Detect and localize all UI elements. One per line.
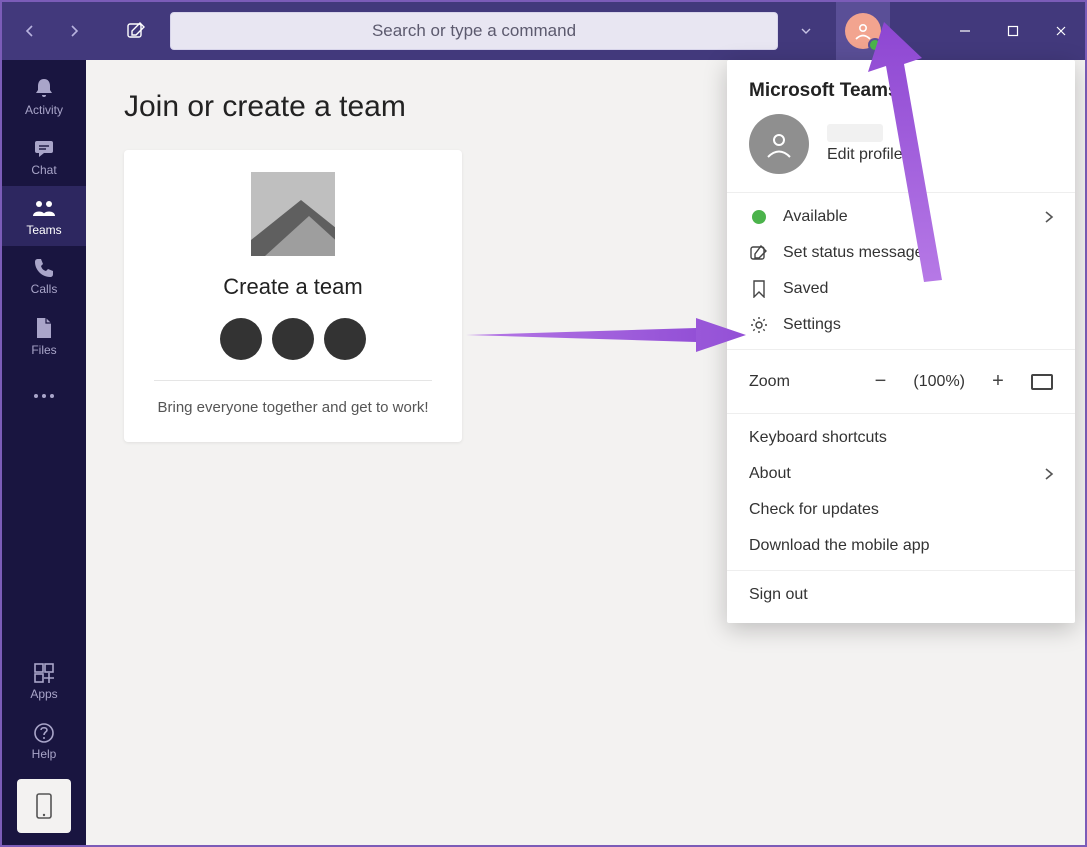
card-title: Create a team — [223, 274, 362, 300]
settings-label: Settings — [783, 316, 841, 334]
check-updates-row[interactable]: Check for updates — [727, 492, 1075, 528]
fullscreen-icon[interactable] — [1031, 374, 1053, 390]
panel-profile-row[interactable]: Edit profile — [727, 106, 1075, 192]
settings-row[interactable]: Settings — [727, 307, 1075, 343]
profile-avatar-button[interactable] — [836, 2, 890, 60]
compose-button[interactable] — [116, 2, 156, 60]
nav-forward-button[interactable] — [54, 2, 94, 60]
app-rail: Activity Chat Teams Calls Files Apps — [2, 60, 86, 845]
card-caption: Bring everyone together and get to work! — [158, 399, 429, 416]
about-row[interactable]: About — [727, 456, 1075, 492]
command-dropdown-button[interactable] — [786, 2, 826, 60]
card-avatars — [220, 318, 366, 360]
apps-icon — [33, 662, 55, 684]
mobile-icon — [35, 792, 53, 820]
teams-icon — [31, 196, 57, 220]
rail-more[interactable] — [2, 366, 86, 426]
create-team-card[interactable]: Create a team Bring everyone together an… — [124, 150, 462, 442]
edit-status-icon — [749, 244, 769, 262]
status-label: Available — [783, 208, 848, 226]
rail-label: Chat — [31, 163, 56, 177]
keyboard-shortcuts-row[interactable]: Keyboard shortcuts — [727, 420, 1075, 456]
annotation-arrow-icon — [466, 300, 746, 370]
close-button[interactable] — [1037, 2, 1085, 60]
set-status-label: Set status message — [783, 244, 924, 262]
edit-profile-link[interactable]: Edit profile — [827, 146, 903, 164]
profile-panel: Microsoft Teams Edit profile Available — [727, 60, 1075, 623]
keyboard-label: Keyboard shortcuts — [749, 429, 887, 447]
rail-label: Apps — [30, 687, 57, 701]
minimize-button[interactable] — [941, 2, 989, 60]
about-label: About — [749, 465, 791, 483]
main-content: Join or create a team Create a team Brin… — [86, 60, 1085, 845]
search-wrap — [170, 12, 778, 50]
avatar-placeholder-icon — [324, 318, 366, 360]
rail-apps[interactable]: Apps — [2, 651, 86, 711]
rail-files[interactable]: Files — [2, 306, 86, 366]
download-app-row[interactable]: Download the mobile app — [727, 528, 1075, 564]
rail-label: Calls — [31, 282, 58, 296]
bookmark-icon — [749, 280, 769, 298]
profile-name — [827, 124, 883, 142]
rail-calls[interactable]: Calls — [2, 246, 86, 306]
zoom-value: (100%) — [913, 373, 965, 391]
file-icon — [34, 316, 54, 340]
maximize-button[interactable] — [989, 2, 1037, 60]
phone-icon — [33, 257, 55, 279]
presence-available-icon — [749, 210, 769, 224]
card-image-placeholder-icon — [251, 172, 335, 256]
signout-label: Sign out — [749, 586, 808, 604]
presence-badge-icon — [868, 38, 882, 52]
zoom-in-button[interactable]: + — [985, 370, 1011, 393]
rail-teams[interactable]: Teams — [2, 186, 86, 246]
saved-row[interactable]: Saved — [727, 271, 1075, 307]
bell-icon — [32, 76, 56, 100]
panel-avatar-icon — [749, 114, 809, 174]
updates-label: Check for updates — [749, 501, 879, 519]
download-label: Download the mobile app — [749, 537, 930, 555]
rail-label: Activity — [25, 103, 63, 117]
search-input[interactable] — [170, 12, 778, 50]
chevron-right-icon — [1043, 467, 1055, 481]
zoom-out-button[interactable]: − — [867, 370, 893, 393]
rail-chat[interactable]: Chat — [2, 126, 86, 186]
nav-back-button[interactable] — [10, 2, 50, 60]
chat-icon — [32, 136, 56, 160]
zoom-row: Zoom − (100%) + — [727, 356, 1075, 407]
gear-icon — [749, 316, 769, 334]
rail-mobile-button[interactable] — [17, 779, 71, 833]
rail-help[interactable]: Help — [2, 711, 86, 771]
panel-title: Microsoft Teams — [749, 80, 899, 102]
rail-activity[interactable]: Activity — [2, 66, 86, 126]
status-row[interactable]: Available — [727, 199, 1075, 235]
divider — [154, 380, 432, 381]
zoom-label: Zoom — [749, 373, 790, 391]
sign-out-row[interactable]: Sign out — [727, 577, 1075, 613]
chevron-right-icon — [1043, 210, 1055, 224]
rail-label: Help — [32, 747, 57, 761]
more-icon — [32, 392, 56, 400]
avatar-placeholder-icon — [220, 318, 262, 360]
window-controls — [941, 2, 1085, 60]
avatar-placeholder-icon — [272, 318, 314, 360]
rail-label: Files — [31, 343, 56, 357]
saved-label: Saved — [783, 280, 828, 298]
set-status-row[interactable]: Set status message — [727, 235, 1075, 271]
help-icon — [33, 722, 55, 744]
title-bar — [2, 2, 1085, 60]
rail-label: Teams — [26, 223, 61, 237]
